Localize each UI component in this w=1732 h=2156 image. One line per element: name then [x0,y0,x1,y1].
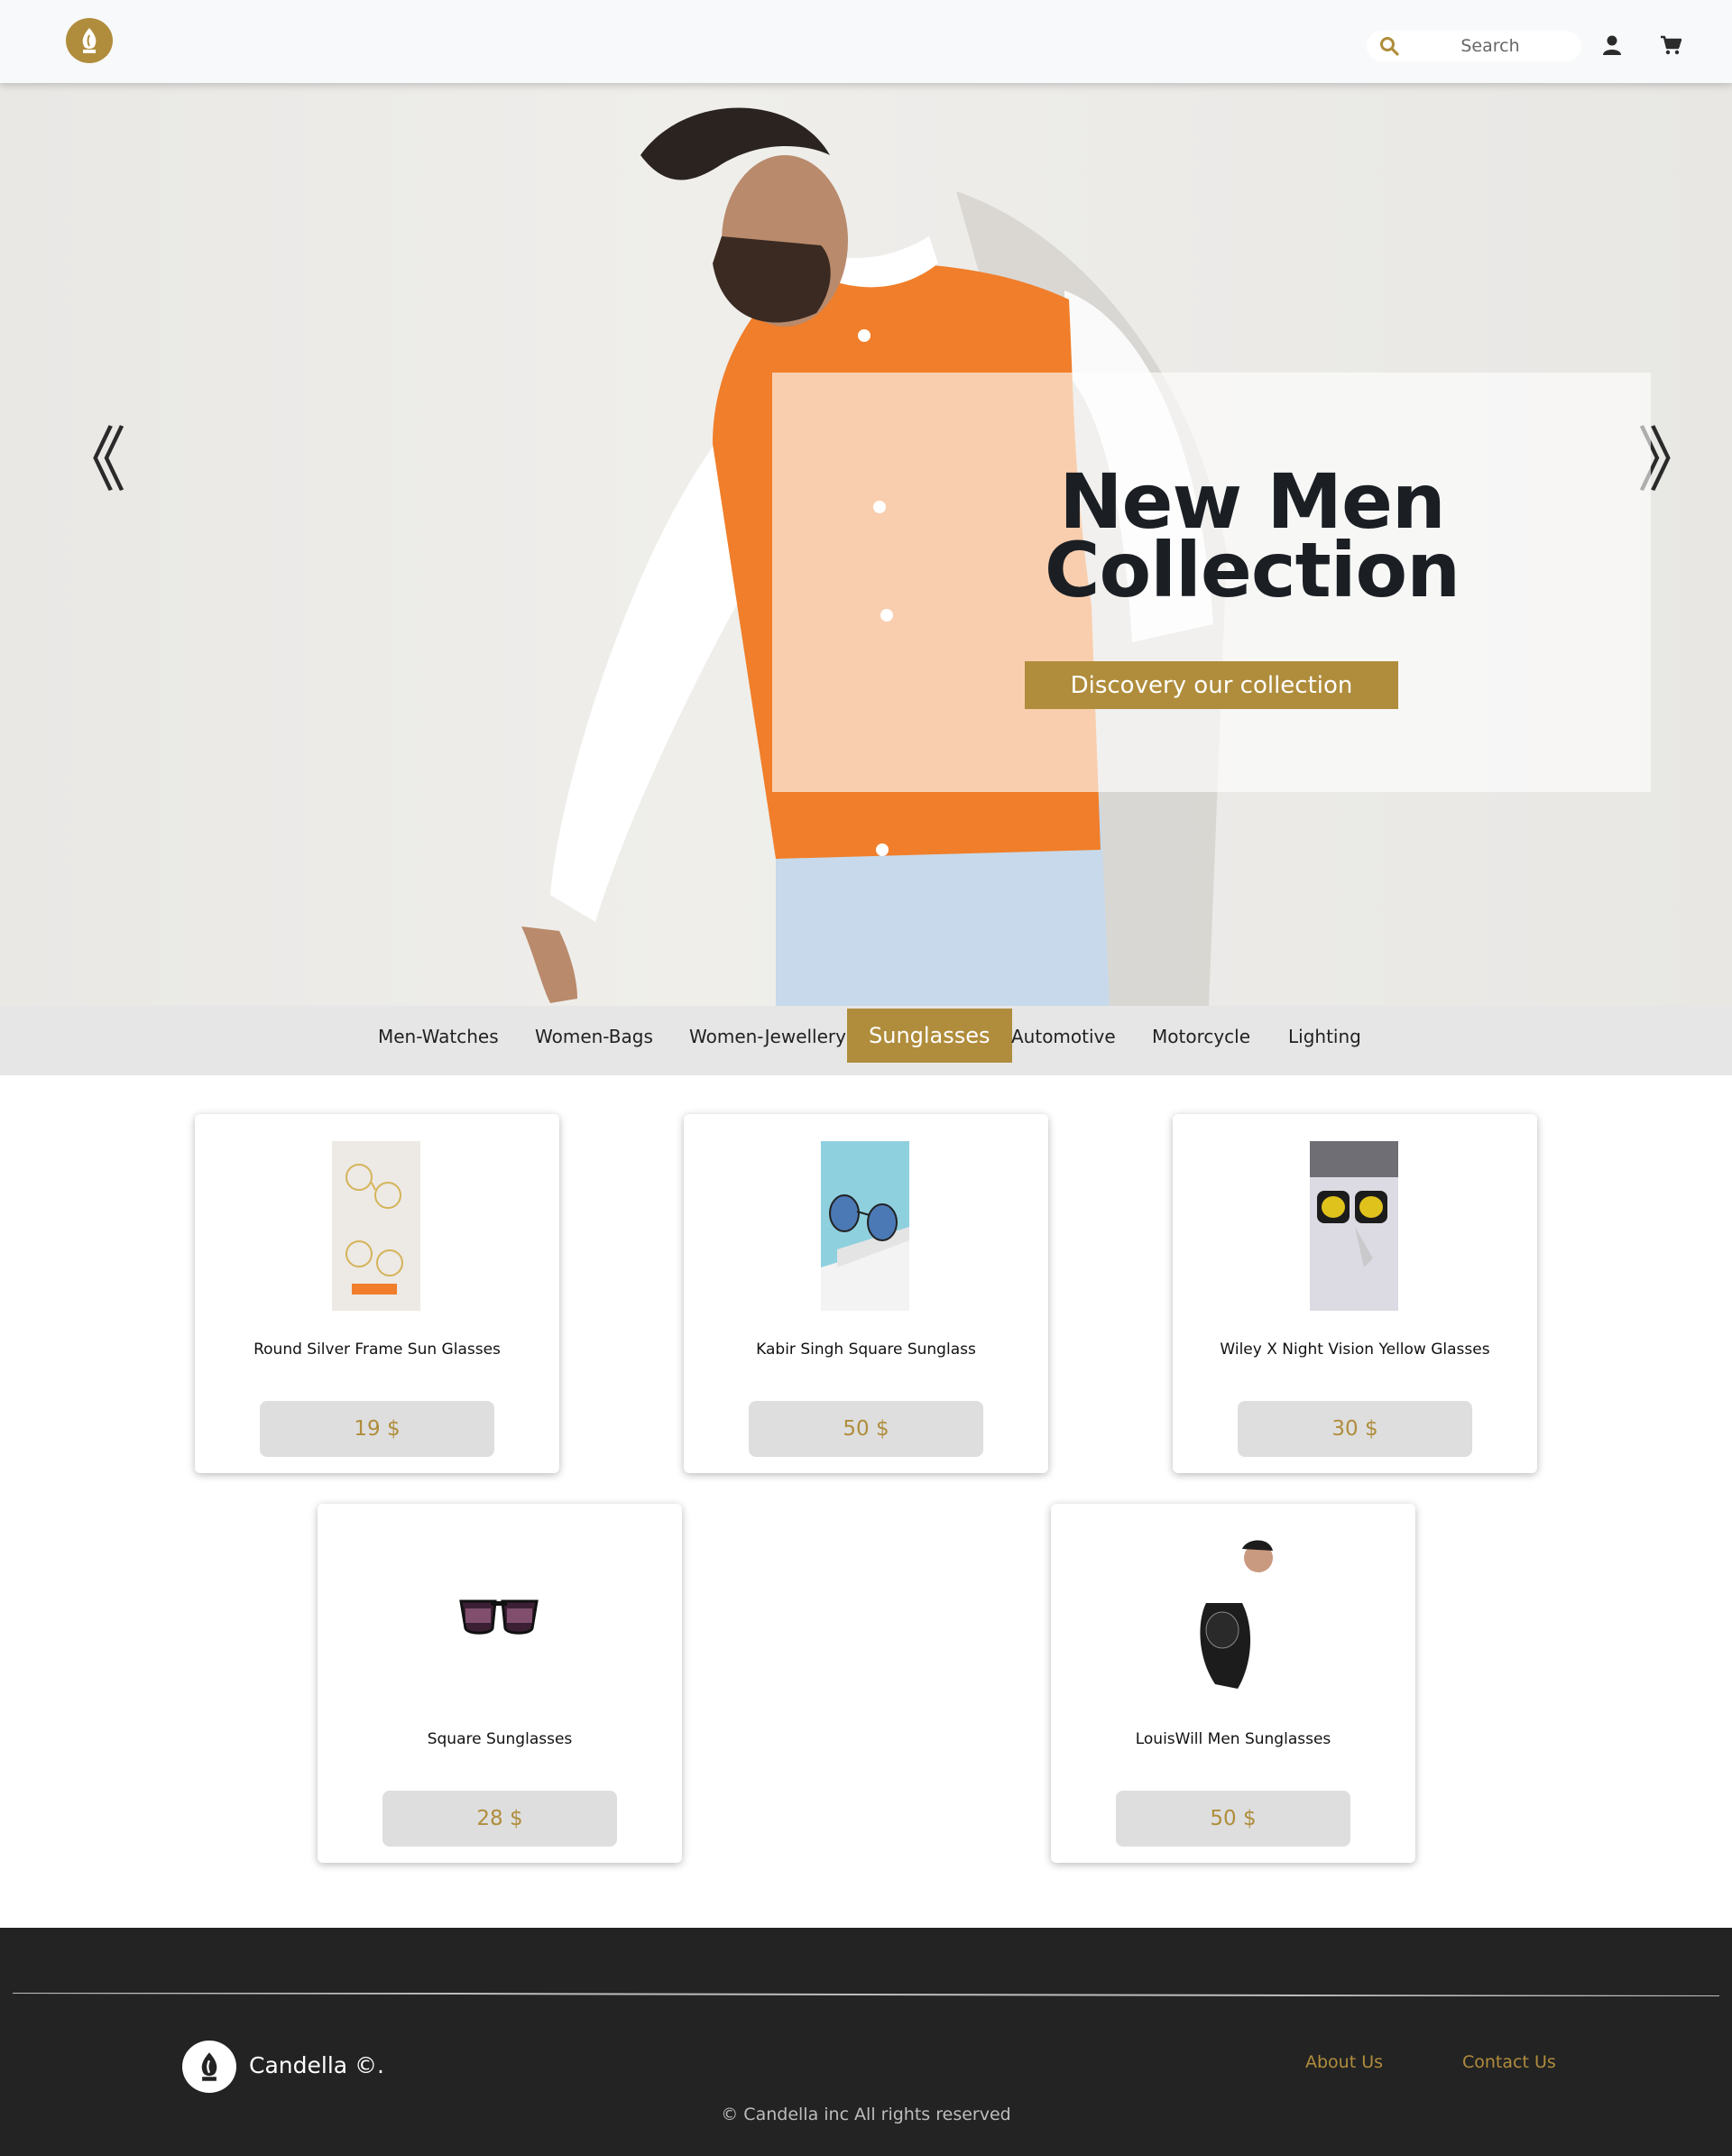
search-bar [1367,31,1581,61]
category-tab-women-bags[interactable]: Women-Bags [535,1006,653,1075]
site-footer: Candella ©. About Us Contact Us © Candel… [0,1928,1732,2156]
about-us-link[interactable]: About Us [1305,2052,1383,2072]
footer-logo[interactable] [182,2041,236,2093]
leaf-flame-icon [201,2052,217,2081]
copyright-text: © Candella inc All rights reserved [721,2105,1011,2124]
product-card[interactable]: LouisWill Men Sunglasses 50 $ [1051,1504,1415,1863]
leaf-flame-icon [82,28,97,53]
hero-caption-card: New Men Collection Discovery our collect… [772,373,1651,792]
discover-collection-button[interactable]: Discovery our collection [1025,661,1398,709]
product-card[interactable]: Wiley X Night Vision Yellow Glasses 30 $ [1173,1114,1537,1473]
category-tab-lighting[interactable]: Lighting [1288,1006,1361,1075]
footer-divider [13,1993,1719,1996]
category-tab-men-watches[interactable]: Men-Watches [378,1006,499,1075]
product-card[interactable]: Square Sunglasses 28 $ [318,1504,682,1863]
product-card[interactable]: Kabir Singh Square Sunglass 50 $ [684,1114,1048,1473]
product-image-square-sunglasses [455,1531,543,1700]
product-price-button[interactable]: 50 $ [1116,1791,1350,1847]
product-image-kabir-singh-sunglass [821,1141,909,1311]
contact-us-link[interactable]: Contact Us [1462,2052,1556,2072]
category-tab-sunglasses[interactable]: Sunglasses [847,1009,1012,1063]
user-icon[interactable] [1602,34,1622,56]
category-tab-women-jewellery[interactable]: Women-Jewellery [689,1006,846,1075]
category-tab-automotive[interactable]: Automotive [1011,1006,1116,1075]
product-image-round-silver-glasses [332,1141,420,1311]
hero-title: New Men Collection [772,464,1651,614]
hero-title-line2: Collection [1044,526,1460,614]
search-input[interactable] [1406,33,1574,59]
site-header [0,0,1732,83]
product-price-button[interactable]: 19 $ [260,1401,494,1457]
product-image-wiley-x-yellow-glasses [1310,1141,1398,1311]
category-tab-motorcycle[interactable]: Motorcycle [1152,1006,1250,1075]
hero-carousel: 《 》 New Men Collection Discovery our col… [0,83,1732,1006]
product-name: Kabir Singh Square Sunglass [756,1341,976,1359]
product-price-button[interactable]: 28 $ [382,1791,617,1847]
product-image-louiswill-sunglasses [1188,1531,1276,1700]
brand-logo[interactable] [66,18,113,63]
category-nav: Men-Watches Women-Bags Women-Jewellery S… [0,1006,1732,1075]
product-name: Round Silver Frame Sun Glasses [253,1341,501,1359]
product-name: LouisWill Men Sunglasses [1135,1730,1331,1748]
search-icon[interactable] [1379,36,1399,56]
cart-icon[interactable] [1660,34,1681,56]
product-price-button[interactable]: 50 $ [749,1401,983,1457]
footer-brand-name: Candella ©. [249,2052,384,2078]
carousel-prev-arrow[interactable]: 《 [56,426,126,496]
product-card[interactable]: Round Silver Frame Sun Glasses 19 $ [195,1114,559,1473]
product-price-button[interactable]: 30 $ [1238,1401,1472,1457]
product-name: Square Sunglasses [427,1730,573,1748]
product-name: Wiley X Night Vision Yellow Glasses [1220,1341,1490,1359]
